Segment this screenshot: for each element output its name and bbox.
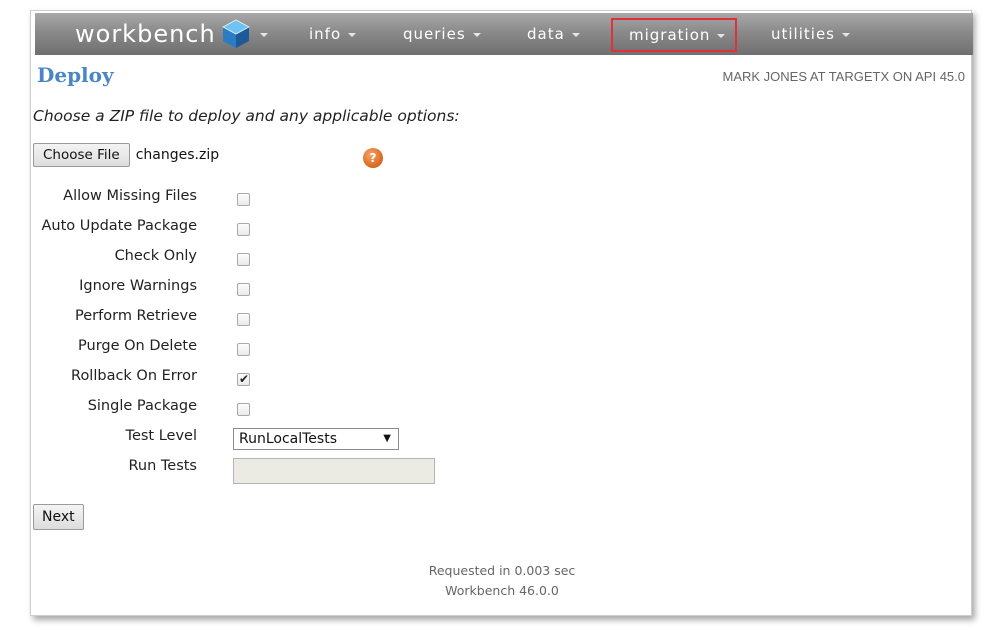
next-button[interactable]: Next [33, 504, 84, 530]
page-title: Deploy [37, 63, 114, 87]
help-icon[interactable]: ? [363, 148, 383, 168]
nav-menu-queries[interactable]: queries [403, 13, 481, 55]
option-label: Check Only [114, 248, 197, 264]
single-package-checkbox[interactable] [237, 403, 250, 416]
option-label: Perform Retrieve [75, 308, 197, 324]
perform-retrieve-checkbox[interactable] [237, 313, 250, 326]
cube-logo-icon [221, 19, 250, 48]
brand-logo[interactable]: workbench [75, 16, 268, 52]
option-label: Purge On Delete [78, 338, 197, 354]
rollback-on-error-checkbox[interactable]: ✔ [237, 372, 250, 386]
run-tests-label: Run Tests [128, 458, 197, 474]
nav-menu-label: utilities [771, 25, 835, 43]
allow-missing-files-checkbox[interactable] [237, 193, 250, 206]
nav-menu-utilities[interactable]: utilities [771, 13, 850, 55]
test-level-select[interactable]: RunLocalTests ▼ [233, 428, 399, 450]
option-label: Ignore Warnings [79, 278, 197, 294]
nav-menu-label: info [309, 25, 342, 43]
chevron-down-icon [348, 33, 357, 37]
app-window: workbench info queries data migration ut… [30, 10, 973, 616]
test-level-value: RunLocalTests [239, 431, 337, 447]
chevron-down-icon [259, 33, 268, 37]
chevron-down-icon [841, 33, 850, 37]
selected-file-name: changes.zip [135, 147, 220, 163]
chevron-down-icon [717, 34, 726, 38]
option-label: Rollback On Error [71, 368, 197, 384]
ignore-warnings-checkbox[interactable] [237, 283, 250, 296]
chevron-down-icon [571, 33, 580, 37]
instructions-text: Choose a ZIP file to deploy and any appl… [33, 107, 460, 125]
checkmark-icon: ✔ [239, 372, 250, 386]
chevron-down-icon [472, 33, 481, 37]
nav-menu-label: data [527, 25, 565, 43]
file-picker: Choose File changes.zip [33, 143, 219, 167]
dropdown-arrow-icon: ▼ [383, 433, 391, 444]
nav-menu-label: migration [629, 26, 711, 44]
option-label: Single Package [87, 398, 197, 414]
user-info: MARK JONES AT TARGETX ON API 45.0 [722, 69, 966, 84]
check-only-checkbox[interactable] [237, 253, 250, 266]
nav-menu-data[interactable]: data [527, 13, 580, 55]
purge-on-delete-checkbox[interactable] [237, 343, 250, 356]
nav-menu-info[interactable]: info [309, 13, 357, 55]
choose-file-button[interactable]: Choose File [33, 143, 130, 167]
nav-menu-label: queries [403, 25, 466, 43]
run-tests-input[interactable] [233, 458, 435, 484]
brand-name: workbench [75, 20, 216, 48]
option-label: Allow Missing Files [63, 188, 197, 204]
auto-update-package-checkbox[interactable] [237, 223, 250, 236]
version-info: Workbench 46.0.0 [445, 583, 559, 598]
option-label: Auto Update Package [41, 218, 198, 234]
request-timing: Requested in 0.003 sec [428, 563, 576, 578]
nav-menu-migration[interactable]: migration [611, 18, 738, 52]
test-level-label: Test Level [125, 428, 197, 444]
top-nav-bar: workbench info queries data migration ut… [35, 13, 973, 55]
